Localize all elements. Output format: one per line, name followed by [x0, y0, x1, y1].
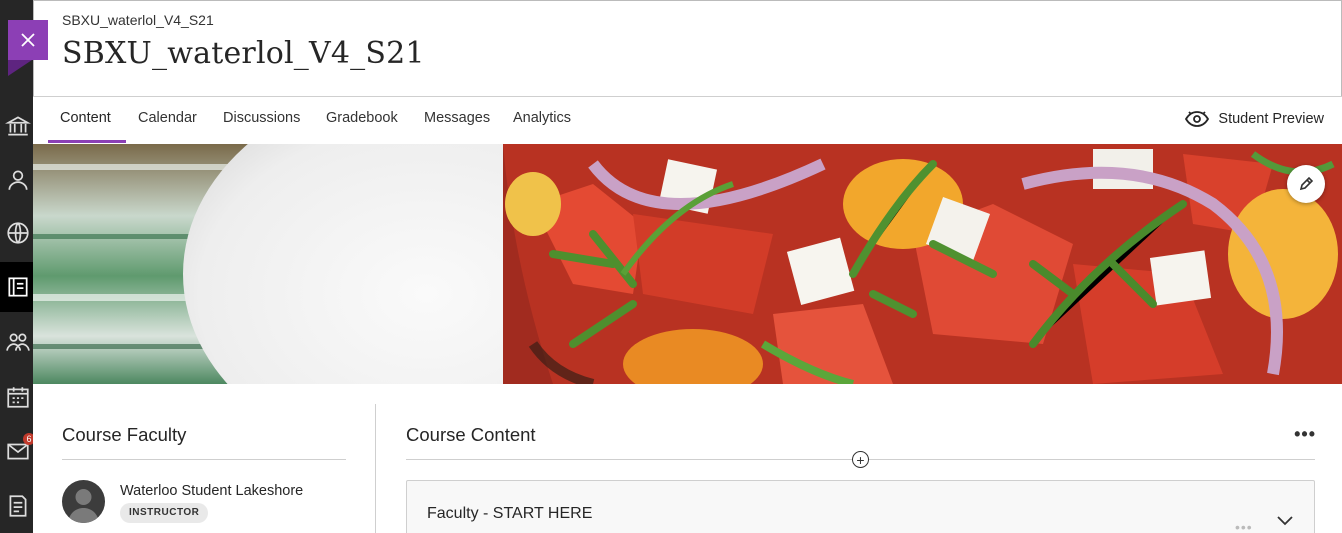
pencil-icon	[1299, 176, 1314, 191]
more-options-button[interactable]: •••	[1294, 424, 1316, 445]
chevron-down-icon[interactable]	[1276, 515, 1294, 527]
tab-discussions[interactable]: Discussions	[223, 110, 300, 126]
add-content-button[interactable]: +	[852, 451, 869, 468]
course-content-heading: Course Content	[406, 424, 536, 445]
user-icon[interactable]	[4, 166, 32, 194]
tab-gradebook[interactable]: Gradebook	[326, 110, 398, 126]
student-preview-label: Student Preview	[1218, 111, 1324, 127]
groups-icon[interactable]	[4, 328, 32, 356]
close-course-button[interactable]	[8, 20, 48, 60]
faculty-divider	[62, 459, 346, 460]
folder-more-icon[interactable]: •••	[1235, 519, 1253, 533]
course-tab-bar: Content Calendar Discussions Gradebook M…	[33, 96, 1342, 144]
content-folder-item[interactable]: Faculty - START HERE •••	[406, 480, 1315, 533]
tab-messages[interactable]: Messages	[424, 110, 490, 126]
avatar-silhouette-icon	[68, 489, 99, 523]
page-title: SBXU_waterlol_V4_S21	[62, 36, 425, 71]
role-badge: INSTRUCTOR	[120, 503, 209, 523]
close-button-flag	[8, 60, 32, 76]
column-divider	[375, 404, 376, 533]
global-nav-rail: 6	[0, 0, 35, 533]
courses-icon[interactable]	[4, 273, 32, 301]
close-icon	[21, 33, 35, 47]
course-content-area: Course Faculty Waterloo Student Lakeshor…	[33, 384, 1342, 533]
tab-analytics[interactable]: Analytics	[513, 110, 571, 126]
globe-icon[interactable]	[4, 219, 32, 247]
breadcrumb: SBXU_waterlol_V4_S21	[62, 12, 214, 28]
avatar[interactable]	[62, 480, 105, 523]
course-faculty-heading: Course Faculty	[62, 424, 187, 445]
calendar-icon[interactable]	[4, 383, 32, 411]
plus-icon: +	[856, 451, 865, 468]
institution-icon[interactable]	[4, 112, 32, 140]
tab-content[interactable]: Content	[60, 110, 111, 126]
folder-title[interactable]: Faculty - START HERE	[427, 505, 592, 523]
course-banner-image	[33, 144, 1342, 384]
grades-icon[interactable]	[4, 492, 32, 520]
active-tab-indicator	[48, 140, 126, 143]
tab-calendar[interactable]: Calendar	[138, 110, 197, 126]
faculty-member-name[interactable]: Waterloo Student Lakeshore	[120, 483, 303, 499]
student-preview-button[interactable]: Student Preview	[1184, 109, 1324, 129]
eye-preview-icon	[1185, 111, 1210, 127]
edit-banner-button[interactable]	[1287, 165, 1325, 203]
